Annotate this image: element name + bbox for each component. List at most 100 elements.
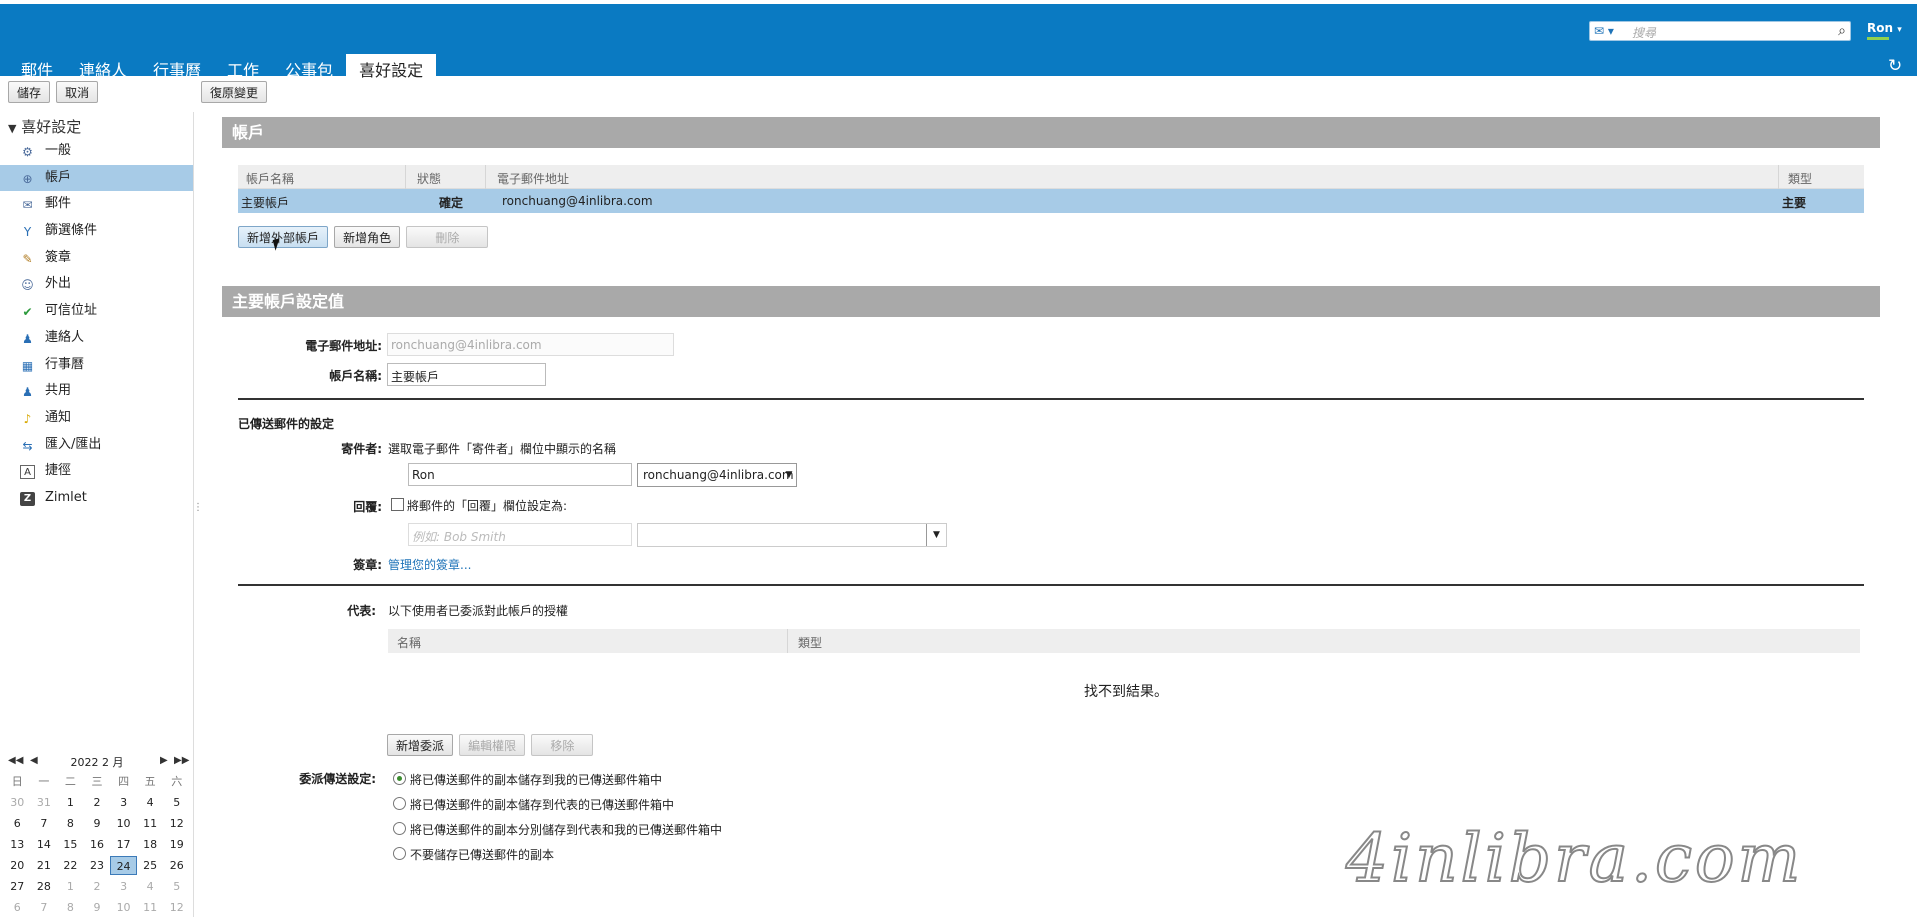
col-status[interactable]: 狀態 <box>417 170 441 187</box>
cancel-button[interactable]: 取消 <box>56 81 99 103</box>
next-year-icon[interactable]: ▶▶ <box>174 755 189 766</box>
calendar-day[interactable]: 17 <box>110 835 137 854</box>
search-scope-mail-icon[interactable]: ✉ ▾ <box>1594 24 1614 38</box>
calendar-day[interactable]: 10 <box>110 814 137 833</box>
next-month-icon[interactable]: ▶ <box>160 755 168 766</box>
col-delegate-type[interactable]: 類型 <box>798 634 822 651</box>
calendar-day[interactable]: 5 <box>163 793 190 812</box>
calendar-day[interactable]: 30 <box>4 793 31 812</box>
tab-calendar[interactable]: 行事曆 <box>140 54 214 80</box>
calendar-day[interactable]: 2 <box>84 877 111 896</box>
radio-label[interactable]: 將已傳送郵件的副本儲存到代表的已傳送郵件箱中 <box>410 796 674 813</box>
sidebar-item-import-export[interactable]: ⇆ 匯入/匯出 <box>0 432 194 459</box>
calendar-day[interactable]: 9 <box>84 814 111 833</box>
calendar-day[interactable]: 3 <box>110 793 137 812</box>
calendar-day[interactable]: 7 <box>31 814 58 833</box>
calendar-day[interactable]: 1 <box>57 877 84 896</box>
email-field[interactable]: ronchuang@4inlibra.com <box>387 333 674 356</box>
from-name-field[interactable]: Ron <box>408 463 632 486</box>
calendar-day[interactable]: 27 <box>4 877 31 896</box>
add-persona-button[interactable]: 新增角色 <box>334 226 401 248</box>
calendar-day[interactable]: 4 <box>137 877 164 896</box>
pane-splitter[interactable] <box>193 112 194 917</box>
sidebar-item-filters[interactable]: Y 篩選條件 <box>0 218 194 245</box>
radio-do-not-save[interactable] <box>393 847 406 860</box>
calendar-day[interactable]: 12 <box>163 898 190 917</box>
calendar-day[interactable]: 9 <box>84 898 111 917</box>
search-input[interactable]: 搜尋 <box>1632 24 1656 41</box>
calendar-day[interactable]: 7 <box>31 898 58 917</box>
calendar-day[interactable]: 26 <box>163 856 190 875</box>
calendar-day[interactable]: 8 <box>57 814 84 833</box>
from-address-select[interactable]: ronchuang@4inlibra.com ▼ <box>637 463 797 487</box>
revert-button[interactable]: 復原變更 <box>201 81 268 103</box>
calendar-day[interactable]: 21 <box>31 856 58 875</box>
splitter-grip-icon[interactable]: ⋮ <box>193 503 203 513</box>
sidebar-item-contacts[interactable]: ♟ 連絡人 <box>0 325 194 352</box>
sidebar-item-mail[interactable]: ✉ 郵件 <box>0 191 194 218</box>
calendar-day[interactable]: 23 <box>84 856 111 875</box>
sidebar-item-accounts[interactable]: ⊕ 帳戶 <box>0 164 194 192</box>
radio-save-to-both-sent[interactable] <box>393 822 406 835</box>
manage-signatures-link[interactable]: 管理您的簽章... <box>388 556 471 573</box>
calendar-day[interactable]: 20 <box>4 856 31 875</box>
calendar-day[interactable]: 25 <box>137 856 164 875</box>
user-menu[interactable]: Ron ▾ <box>1867 21 1902 40</box>
calendar-day[interactable]: 5 <box>163 877 190 896</box>
calendar-day[interactable]: 31 <box>31 793 58 812</box>
sidebar-item-out-of-office[interactable]: ☺ 外出 <box>0 271 194 298</box>
calendar-day[interactable]: 4 <box>137 793 164 812</box>
calendar-day[interactable]: 6 <box>4 898 31 917</box>
radio-save-to-delegate-sent[interactable] <box>393 797 406 810</box>
radio-label[interactable]: 將已傳送郵件的副本分別儲存到代表和我的已傳送郵件箱中 <box>410 821 722 838</box>
refresh-icon[interactable]: ↻ <box>1888 56 1902 76</box>
calendar-day[interactable]: 6 <box>4 814 31 833</box>
calendar-day[interactable]: 14 <box>31 835 58 854</box>
search-box[interactable]: ✉ ▾ 搜尋 ⌕ <box>1589 21 1851 41</box>
col-delegate-name[interactable]: 名稱 <box>397 634 421 651</box>
prev-month-icon[interactable]: ◀ <box>30 755 38 766</box>
radio-save-to-my-sent[interactable] <box>393 772 406 785</box>
calendar-month-title[interactable]: 2022 2 月 <box>71 756 124 769</box>
sidebar-item-general[interactable]: ⚙ 一般 <box>0 138 194 165</box>
sidebar-root[interactable]: ▼ 喜好設定 <box>0 112 194 138</box>
calendar-day[interactable]: 19 <box>163 835 190 854</box>
sidebar-item-notifications[interactable]: ♪ 通知 <box>0 405 194 432</box>
search-icon[interactable]: ⌕ <box>1838 23 1846 39</box>
sidebar-item-sharing[interactable]: ♟ 共用 <box>0 378 194 405</box>
user-name[interactable]: Ron <box>1867 21 1893 35</box>
sidebar-item-trusted-addresses[interactable]: ✔ 可信位址 <box>0 298 194 325</box>
col-type[interactable]: 類型 <box>1788 170 1812 187</box>
tab-tasks[interactable]: 工作 <box>214 54 272 80</box>
calendar-day[interactable]: 11 <box>137 814 164 833</box>
sidebar-item-signatures[interactable]: ✎ 簽章 <box>0 245 194 272</box>
reply-to-checkbox[interactable] <box>391 498 404 511</box>
calendar-day[interactable]: 10 <box>110 898 137 917</box>
calendar-day[interactable]: 16 <box>84 835 111 854</box>
calendar-day[interactable]: 28 <box>31 877 58 896</box>
col-email[interactable]: 電子郵件地址 <box>497 170 569 187</box>
sidebar-item-zimlets[interactable]: Z Zimlet <box>0 485 194 512</box>
sidebar-item-shortcuts[interactable]: A 捷徑 <box>0 458 194 485</box>
chevron-down-icon[interactable]: ▾ <box>1897 25 1902 35</box>
calendar-day[interactable]: 13 <box>4 835 31 854</box>
radio-label[interactable]: 將已傳送郵件的副本儲存到我的已傳送郵件箱中 <box>410 771 662 788</box>
account-name-field[interactable]: 主要帳戶 <box>387 363 546 386</box>
calendar-day[interactable]: 15 <box>57 835 84 854</box>
reply-address-select[interactable]: ▼ <box>637 523 947 547</box>
edit-permissions-button[interactable]: 編輯權限 <box>459 734 526 756</box>
remove-delegate-button[interactable]: 移除 <box>531 734 594 756</box>
calendar-day[interactable]: 18 <box>137 835 164 854</box>
table-row[interactable]: 主要帳戶 確定 ronchuang@4inlibra.com 主要 <box>238 189 1864 213</box>
delete-account-button[interactable]: 刪除 <box>406 226 489 248</box>
tab-preferences[interactable]: 喜好設定 <box>346 54 437 80</box>
tab-mail[interactable]: 郵件 <box>8 54 66 80</box>
calendar-day[interactable]: 11 <box>137 898 164 917</box>
reply-name-field[interactable]: 例如: Bob Smith <box>408 523 632 546</box>
tab-contacts[interactable]: 連絡人 <box>66 54 140 80</box>
calendar-day[interactable]: 8 <box>57 898 84 917</box>
calendar-day[interactable]: 12 <box>163 814 190 833</box>
radio-label[interactable]: 不要儲存已傳送郵件的副本 <box>410 846 554 863</box>
calendar-day[interactable]: 24 <box>110 856 137 875</box>
prev-year-icon[interactable]: ◀◀ <box>8 755 23 766</box>
